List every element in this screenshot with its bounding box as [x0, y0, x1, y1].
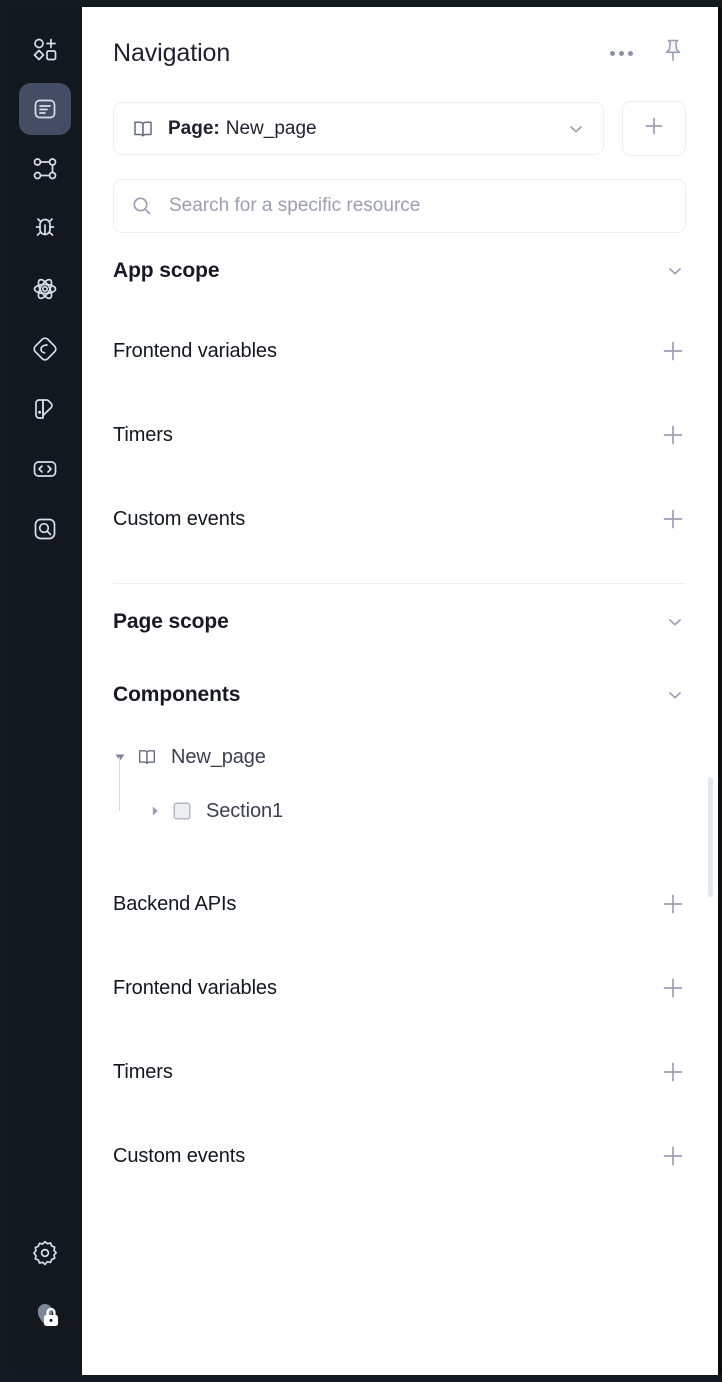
page-scope-row-timers[interactable]: Timers [113, 1030, 686, 1114]
account-lock-avatar [28, 1298, 62, 1332]
page-scope-row-backend-apis[interactable]: Backend APIs [113, 862, 686, 946]
app-scope-row-frontend-variables[interactable]: Frontend variables [113, 309, 686, 393]
page-selector[interactable]: Page: New_page [113, 102, 604, 155]
page-scope-section: Page scope Components [82, 584, 718, 730]
rail-item-inspect[interactable] [19, 503, 71, 555]
chevron-down-icon[interactable] [664, 611, 686, 633]
add-page-frontend-variable-button[interactable] [660, 975, 686, 1001]
app-scope-row-custom-events[interactable]: Custom events [113, 477, 686, 561]
search-field[interactable] [113, 179, 686, 233]
settings-gear-icon [30, 1238, 60, 1268]
navigation-panel: Navigation Page: New_page Search for a s… [82, 7, 718, 1375]
panel-header: Navigation [82, 7, 718, 99]
dot-icon [610, 50, 615, 56]
page-selector-value: New_page [225, 117, 317, 139]
triangle-down-icon[interactable] [113, 750, 133, 764]
inspect-icon [31, 515, 59, 543]
rail-item-data-sources[interactable] [19, 323, 71, 375]
page-selector-label: Page: [168, 117, 220, 139]
debugger-icon [31, 215, 59, 243]
add-page-custom-event-button[interactable] [660, 1143, 686, 1169]
add-page-button[interactable] [622, 101, 686, 156]
row-label: Frontend variables [113, 339, 277, 362]
state-icon [31, 275, 59, 303]
chevron-down-icon[interactable] [664, 260, 686, 282]
page-title: Navigation [113, 38, 231, 67]
row-label: Backend APIs [113, 892, 237, 915]
code-icon [31, 455, 59, 483]
app-scope-section: App scope Frontend variables Timers Cust… [82, 233, 718, 584]
pin-panel-button[interactable] [660, 37, 686, 70]
header-actions [610, 37, 686, 70]
app-scope-row-timers[interactable]: Timers [113, 393, 686, 477]
data-sources-icon [31, 335, 59, 363]
rail-bottom-group [19, 1227, 71, 1375]
section-square-icon [171, 800, 193, 822]
tree-node-label: New_page [171, 745, 266, 768]
rail-item-state[interactable] [19, 263, 71, 315]
add-frontend-variable-button[interactable] [660, 338, 686, 364]
window-right-edge [718, 7, 722, 1375]
page-scope-title: Page scope [113, 610, 229, 633]
triangle-right-icon[interactable] [148, 804, 168, 818]
book-icon [131, 117, 155, 141]
tree-node-section1[interactable]: Section1 [113, 784, 686, 838]
add-backend-api-button[interactable] [660, 891, 686, 917]
component-tree: New_page Section1 [82, 730, 718, 838]
chevron-down-icon[interactable] [664, 684, 686, 706]
add-timer-button[interactable] [660, 422, 686, 448]
add-custom-event-button[interactable] [660, 506, 686, 532]
search-icon [130, 194, 154, 218]
row-label: Frontend variables [113, 976, 277, 999]
theme-icon [31, 395, 59, 423]
dot-icon [619, 50, 624, 56]
search-input[interactable] [169, 195, 669, 217]
components-title: Components [113, 683, 241, 706]
navigation-icon [31, 95, 59, 123]
chevron-down-icon [565, 118, 587, 140]
rail-item-settings[interactable] [19, 1227, 71, 1279]
row-label: Timers [113, 1060, 173, 1083]
rail-top-group [19, 7, 71, 555]
workflows-icon [31, 155, 59, 183]
rail-item-theme[interactable] [19, 383, 71, 435]
app-scope-title: App scope [113, 259, 220, 282]
page-scope-resources: Backend APIs Frontend variables Timers C… [82, 862, 718, 1198]
rail-item-debugger[interactable] [19, 203, 71, 255]
page-selector-row: Page: New_page [82, 101, 718, 156]
rail-item-add-component[interactable] [19, 23, 71, 75]
app-scope-header[interactable]: App scope [113, 233, 686, 309]
rail-item-code[interactable] [19, 443, 71, 495]
add-page-timer-button[interactable] [660, 1059, 686, 1085]
rail-item-navigation[interactable] [19, 83, 71, 135]
window-top-strip [0, 0, 722, 7]
tree-node-label: Section1 [206, 799, 284, 822]
page-scope-header[interactable]: Page scope [113, 584, 686, 660]
components-header[interactable]: Components [113, 660, 686, 730]
page-scope-row-custom-events[interactable]: Custom events [113, 1114, 686, 1198]
dot-icon [628, 50, 633, 56]
row-label: Custom events [113, 1144, 246, 1167]
panel-scrollbar[interactable] [708, 777, 713, 897]
more-options-button[interactable] [610, 45, 633, 62]
row-label: Timers [113, 423, 173, 446]
rail-item-account[interactable] [19, 1289, 71, 1341]
page-scope-row-frontend-variables[interactable]: Frontend variables [113, 946, 686, 1030]
tree-node-new-page[interactable]: New_page [113, 730, 686, 811]
rail-item-workflows[interactable] [19, 143, 71, 195]
plus-icon [642, 114, 666, 143]
row-label: Custom events [113, 507, 246, 530]
add-component-icon [31, 35, 59, 63]
app-window: Navigation Page: New_page Search for a s… [0, 0, 722, 1382]
book-icon [136, 746, 158, 768]
pin-icon [660, 37, 686, 70]
left-icon-rail [8, 7, 82, 1375]
